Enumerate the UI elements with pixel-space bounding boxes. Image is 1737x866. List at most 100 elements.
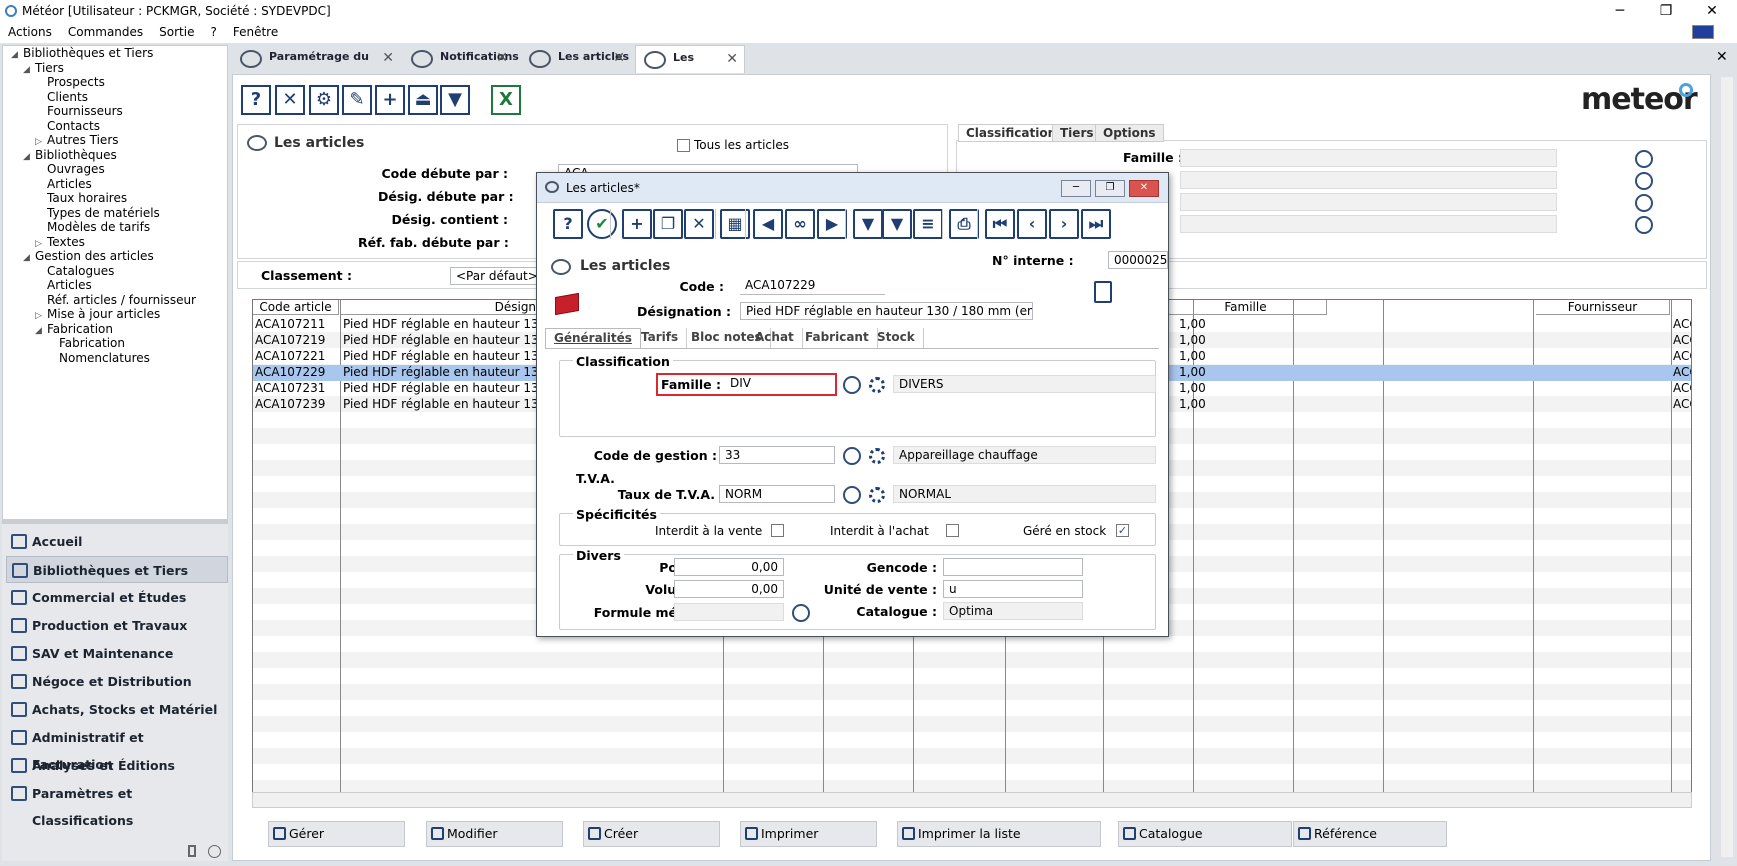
nav-item[interactable]: SAV et Maintenance bbox=[6, 640, 228, 667]
volume-input[interactable]: 0,00 bbox=[674, 580, 784, 598]
tree-expander-icon[interactable]: ▷ bbox=[35, 137, 47, 147]
nav-item[interactable]: Bibliothèques et Tiers bbox=[6, 556, 228, 583]
formule-input[interactable] bbox=[674, 603, 784, 621]
dialog-code-input[interactable]: ACA107229 bbox=[740, 277, 885, 295]
dialog-designation-input[interactable]: Pied HDF réglable en hauteur 130 / 180 m… bbox=[740, 302, 1033, 320]
last-record-icon[interactable]: ⏭ bbox=[1081, 209, 1111, 239]
tab-close-icon[interactable]: ✕ bbox=[496, 46, 508, 70]
num-interne-input[interactable]: 0000025 bbox=[1108, 251, 1168, 269]
search-famille-icon[interactable] bbox=[1635, 150, 1653, 168]
right-famille-input-4[interactable] bbox=[1180, 215, 1557, 233]
collapse-icon[interactable] bbox=[208, 845, 221, 858]
gestion-input[interactable]: 33 bbox=[719, 446, 835, 464]
help-button[interactable]: ? bbox=[241, 85, 271, 115]
tree-item[interactable]: Ouvrages bbox=[35, 162, 105, 176]
tree-expander-icon[interactable]: ◢ bbox=[35, 326, 47, 336]
tree-item[interactable]: Fabrication bbox=[47, 336, 125, 350]
add-button[interactable]: + bbox=[375, 85, 405, 115]
tree-expander-icon[interactable]: ◢ bbox=[23, 253, 35, 263]
nav-item[interactable]: Accueil bbox=[6, 528, 228, 555]
tree-item[interactable]: ◢ Bibliothèques bbox=[23, 148, 117, 162]
settings-button[interactable]: ⚙ bbox=[309, 85, 339, 115]
tree-item[interactable]: ▷ Mise à jour articles bbox=[35, 307, 160, 321]
tab-item[interactable]: Paramétrage du transfert Ascii✕ bbox=[232, 45, 400, 87]
language-flag-icon[interactable] bbox=[1692, 25, 1714, 39]
tree-item[interactable]: ▷ Textes bbox=[35, 235, 85, 249]
next-record-icon[interactable]: › bbox=[1049, 209, 1079, 239]
gere-stock-checkbox[interactable]: ✓ bbox=[1116, 524, 1129, 537]
tree-item[interactable]: Prospects bbox=[35, 75, 105, 89]
imprimer-button[interactable]: Imprimer bbox=[740, 821, 877, 847]
tva-input[interactable]: NORM bbox=[719, 485, 835, 503]
modifier-button[interactable]: Modifier bbox=[426, 821, 563, 847]
menu-help[interactable]: ? bbox=[202, 23, 224, 39]
nav-item[interactable]: Achats, Stocks et Matériel bbox=[6, 696, 228, 723]
poids-input[interactable]: 0,00 bbox=[674, 558, 784, 576]
gestion-settings-icon[interactable] bbox=[869, 448, 885, 464]
grid-header[interactable]: Famille bbox=[1165, 300, 1327, 315]
tva-search-icon[interactable] bbox=[843, 486, 861, 504]
tva-settings-icon[interactable] bbox=[869, 487, 885, 503]
tree-item[interactable]: ▷ Autres Tiers bbox=[35, 133, 119, 147]
prev-record-icon[interactable]: ‹ bbox=[1017, 209, 1047, 239]
tree-item[interactable]: Types de matériels bbox=[35, 206, 160, 220]
search-famille-icon[interactable] bbox=[1635, 172, 1653, 190]
menu-actions[interactable]: Actions bbox=[0, 23, 60, 39]
dialog-minimize-button[interactable]: ─ bbox=[1061, 180, 1091, 197]
tree-item[interactable]: Réf. articles / fournisseur bbox=[35, 293, 196, 307]
classification-tab[interactable]: Classification bbox=[958, 124, 1065, 142]
tree-item[interactable]: Catalogues bbox=[35, 264, 114, 278]
excel-export-button[interactable]: X bbox=[491, 85, 521, 115]
tree-item[interactable]: Articles bbox=[35, 177, 92, 191]
print-icon[interactable]: ⎙ bbox=[949, 209, 979, 239]
nav-item[interactable]: Analyses et Éditions bbox=[6, 752, 228, 779]
dialog-tab[interactable]: Stock bbox=[869, 328, 924, 348]
nav-item[interactable]: Administratif et Facturation bbox=[6, 724, 228, 772]
tree-item[interactable]: Taux horaires bbox=[35, 191, 127, 205]
first-record-icon[interactable]: ⏮ bbox=[985, 209, 1015, 239]
scrollbar-vertical[interactable] bbox=[1721, 77, 1733, 857]
dialog-tab[interactable]: Généralités bbox=[545, 328, 641, 348]
famille-settings-icon[interactable] bbox=[869, 377, 885, 393]
right-famille-input-3[interactable] bbox=[1180, 193, 1557, 211]
maximize-button[interactable]: ❐ bbox=[1643, 0, 1689, 23]
tab-close-icon[interactable]: ✕ bbox=[726, 47, 738, 71]
eject-button[interactable]: ⏏ bbox=[408, 85, 438, 115]
gencode-input[interactable] bbox=[943, 558, 1083, 576]
nav-item[interactable]: Commercial et Études bbox=[6, 584, 228, 611]
dialog-tab[interactable]: Tarifs bbox=[633, 328, 688, 348]
grid-header[interactable]: Code article bbox=[253, 300, 339, 315]
close-window-button[interactable]: ✕ bbox=[1689, 0, 1735, 23]
dialog-close-button[interactable]: ✕ bbox=[1129, 180, 1159, 197]
close-button[interactable]: ✕ bbox=[275, 85, 305, 115]
minimize-button[interactable]: ─ bbox=[1597, 0, 1643, 23]
gestion-search-icon[interactable] bbox=[843, 447, 861, 465]
all-articles-checkbox[interactable] bbox=[677, 139, 690, 152]
tab-item[interactable]: Les articles✕ bbox=[635, 45, 745, 88]
tree-item[interactable]: Clients bbox=[35, 90, 88, 104]
famille-search-icon[interactable] bbox=[843, 376, 861, 394]
edit-button[interactable]: ✎ bbox=[342, 85, 372, 115]
catalogue-input[interactable]: Optima bbox=[943, 602, 1083, 620]
binoculars-icon[interactable]: ∞ bbox=[785, 209, 815, 239]
tree-expander-icon[interactable]: ◢ bbox=[23, 65, 35, 75]
filter-clear-icon[interactable]: ▼ bbox=[882, 209, 912, 239]
tree-item[interactable]: ◢ Tiers bbox=[23, 61, 64, 75]
unite-input[interactable]: u bbox=[943, 580, 1083, 598]
tree-item[interactable]: Contacts bbox=[35, 119, 100, 133]
add-button[interactable]: + bbox=[622, 209, 652, 239]
classification-tab[interactable]: Options bbox=[1095, 124, 1164, 142]
delete-button[interactable]: ✕ bbox=[684, 209, 714, 239]
dialog-tab[interactable]: Achat bbox=[747, 328, 803, 348]
help-button[interactable]: ? bbox=[553, 209, 583, 239]
grid-hscroll[interactable] bbox=[252, 792, 1692, 808]
search-famille-icon[interactable] bbox=[1635, 194, 1653, 212]
formule-search-icon[interactable] bbox=[792, 604, 810, 622]
gerer-button[interactable]: Gérer bbox=[268, 821, 405, 847]
nav-item[interactable]: Paramètres et Classifications bbox=[6, 780, 228, 828]
dialog-maximize-button[interactable]: ❐ bbox=[1095, 180, 1125, 197]
close-all-icon[interactable]: ✕ bbox=[1716, 49, 1728, 65]
down-button[interactable]: ▼ bbox=[440, 85, 470, 115]
tab-close-icon[interactable]: ✕ bbox=[613, 46, 625, 70]
interdit-achat-checkbox[interactable] bbox=[946, 524, 959, 537]
